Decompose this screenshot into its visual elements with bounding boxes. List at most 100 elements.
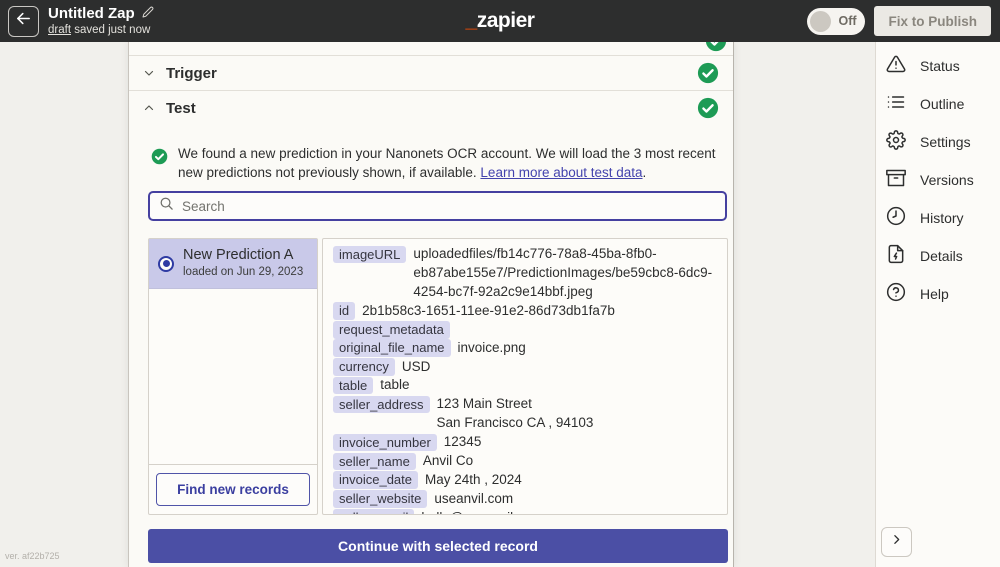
previous-section-row xyxy=(129,42,733,56)
test-section-header[interactable]: Test xyxy=(129,91,733,125)
save-status: draft saved just now xyxy=(48,24,151,37)
field-value: uploadedfiles/fb14c776-78a8-45ba-8fb0-eb… xyxy=(413,246,713,299)
zap-title: Untitled Zap xyxy=(48,5,135,23)
sidebar-item-settings[interactable]: Settings xyxy=(876,123,1000,161)
toggle-knob xyxy=(810,10,832,32)
continue-with-selected-record-button[interactable]: Continue with selected record xyxy=(148,529,728,563)
record-field-row: request_metadata xyxy=(333,321,717,339)
field-key-pill: invoice_number xyxy=(333,433,437,452)
top-bar: Untitled Zap draft saved just now _zapie… xyxy=(0,0,1000,42)
record-field-row: original_file_name invoice.png xyxy=(333,339,717,358)
field-value: table xyxy=(380,377,410,393)
step-editor-panel: Trigger Test We found a new prediction i… xyxy=(128,42,734,567)
clock-icon xyxy=(886,206,906,231)
field-value: May 24th , 2024 xyxy=(425,471,522,487)
field-value: 2b1b58c3-1651-11ee-91e2-86d73db1fa7b xyxy=(362,302,615,318)
trigger-section-header[interactable]: Trigger xyxy=(129,56,733,91)
back-button[interactable] xyxy=(8,5,39,37)
sidebar-item-label: Settings xyxy=(920,134,971,150)
field-key-pill: imageURL xyxy=(333,245,407,263)
check-circle-icon xyxy=(705,42,727,52)
record-field-row: seller_address 123 Main Street San Franci… xyxy=(333,395,717,433)
record-field-row: seller_email hello@useanvil.com xyxy=(333,509,717,514)
find-new-records-button[interactable]: Find new records xyxy=(156,473,310,506)
record-field-row: table table xyxy=(333,376,717,395)
record-field-row: invoice_date May 24th , 2024 xyxy=(333,471,717,490)
sidebar-item-label: Details xyxy=(920,248,963,264)
fix-to-publish-button[interactable]: Fix to Publish xyxy=(874,6,991,36)
record-field-row: seller_name Anvil Co xyxy=(333,452,717,471)
trigger-section-label: Trigger xyxy=(166,64,217,82)
record-field-row: seller_website useanvil.com xyxy=(333,490,717,509)
field-value: 123 Main Street San Francisco CA , 94103 xyxy=(436,396,594,431)
field-key-pill: seller_address xyxy=(333,395,430,414)
sidebar-item-label: Help xyxy=(920,286,949,302)
search-input[interactable] xyxy=(182,198,702,214)
toggle-label: Off xyxy=(838,14,857,28)
right-sidebar: Status Outline Settings Versions History Deta… xyxy=(875,42,1000,567)
field-key-pill: request_metadata xyxy=(333,321,450,339)
version-label: ver. af22b725 xyxy=(5,551,60,561)
gear-icon xyxy=(886,129,906,155)
field-value: hello@useanvil.com xyxy=(421,509,542,514)
record-field-row: invoice_number 12345 xyxy=(333,433,717,452)
sidebar-item-details[interactable]: Details xyxy=(876,237,1000,275)
learn-more-link[interactable]: Learn more about test data xyxy=(480,165,642,180)
check-circle-icon xyxy=(697,97,719,119)
sidebar-items: Status Outline Settings Versions History Deta… xyxy=(876,47,1000,313)
record-title: New Prediction A xyxy=(183,246,294,263)
field-key-pill: id xyxy=(333,302,356,320)
test-section-label: Test xyxy=(166,99,196,117)
sidebar-item-label: History xyxy=(920,210,964,226)
sidebar-item-history[interactable]: History xyxy=(876,199,1000,237)
field-key-pill: table xyxy=(333,376,374,395)
record-list-footer: Find new records xyxy=(149,464,317,514)
zap-title-block: Untitled Zap draft saved just now xyxy=(48,5,154,38)
sidebar-collapse-button[interactable] xyxy=(881,527,912,557)
success-check-icon xyxy=(151,148,168,170)
record-list: New Prediction A loaded on Jun 29, 2023 … xyxy=(148,238,318,515)
sidebar-item-label: Status xyxy=(920,58,960,74)
sidebar-item-help[interactable]: Help xyxy=(876,275,1000,313)
field-key-pill: original_file_name xyxy=(333,339,451,357)
arrow-left-icon xyxy=(15,10,32,32)
record-loaded-date: loaded on Jun 29, 2023 xyxy=(183,266,304,279)
edit-pencil-icon[interactable] xyxy=(142,5,154,23)
zap-on-off-toggle[interactable]: Off xyxy=(807,7,866,35)
field-key-pill: seller_website xyxy=(333,490,428,508)
field-value: invoice.png xyxy=(457,339,526,355)
record-list-empty-space xyxy=(149,289,317,464)
record-field-row: id 2b1b58c3-1651-11ee-91e2-86d73db1fa7b xyxy=(333,302,717,321)
field-key-pill: seller_name xyxy=(333,452,416,471)
alert-triangle-icon xyxy=(886,54,906,79)
sidebar-item-versions[interactable]: Versions xyxy=(876,161,1000,199)
check-circle-icon xyxy=(697,62,719,84)
field-value: Anvil Co xyxy=(422,453,474,469)
test-result-message: We found a new prediction in your Nanone… xyxy=(178,146,716,180)
sidebar-item-label: Outline xyxy=(920,96,965,112)
chevron-right-icon xyxy=(890,533,903,551)
search-icon xyxy=(150,196,174,216)
record-item-selected[interactable]: New Prediction A loaded on Jun 29, 2023 xyxy=(149,239,317,289)
field-key-pill: invoice_date xyxy=(333,471,418,489)
sidebar-item-status[interactable]: Status xyxy=(876,47,1000,85)
record-detail-panel[interactable]: imageURL uploadedfiles/fb14c776-78a8-45ba… xyxy=(322,238,728,515)
field-key-pill: currency xyxy=(333,358,395,376)
archive-box-icon xyxy=(886,168,906,193)
field-value: USD xyxy=(401,358,431,374)
field-value: 12345 xyxy=(443,434,482,450)
sidebar-item-label: Versions xyxy=(920,172,974,188)
chevron-down-icon xyxy=(143,67,155,79)
field-value: useanvil.com xyxy=(434,490,514,506)
chevron-up-icon xyxy=(143,102,155,114)
sidebar-item-outline[interactable]: Outline xyxy=(876,85,1000,123)
file-lightning-icon xyxy=(886,244,906,269)
help-circle-icon xyxy=(886,282,906,307)
radio-selected-icon[interactable] xyxy=(158,255,174,272)
list-icon xyxy=(886,92,906,117)
record-field-row: imageURL uploadedfiles/fb14c776-78a8-45ba… xyxy=(333,245,717,302)
record-field-row: currency USD xyxy=(333,358,717,377)
draft-link[interactable]: draft xyxy=(48,24,71,36)
record-search-box xyxy=(148,191,727,221)
field-key-pill: seller_email xyxy=(333,509,415,514)
